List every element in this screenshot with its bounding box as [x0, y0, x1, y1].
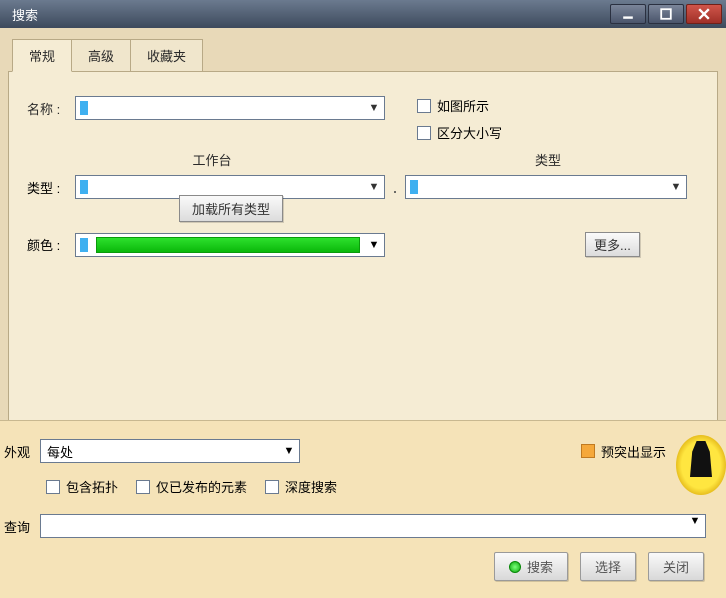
appearance-combo[interactable]: 每处 ▼ [40, 439, 300, 463]
tab-general[interactable]: 常规 [12, 39, 72, 72]
chevron-down-icon: ▼ [364, 102, 384, 114]
cursor-icon [410, 180, 418, 194]
published-only-checkbox[interactable] [136, 480, 150, 494]
lower-panel: 外观 每处 ▼ 预突出显示 包含拓扑 仅已发布的元素 深度搜索 查询 ▼ [0, 420, 726, 598]
more-button[interactable]: 更多... [585, 232, 640, 257]
separator-dot: . [385, 181, 405, 193]
close-button-label: 关闭 [663, 557, 689, 576]
tab-favorites[interactable]: 收藏夹 [131, 39, 203, 72]
led-icon [509, 561, 521, 573]
maximize-button[interactable] [648, 4, 684, 24]
name-label: 名称 : [27, 99, 75, 118]
include-topology-checkbox[interactable] [46, 480, 60, 494]
appearance-value: 每处 [41, 442, 279, 461]
appearance-label: 外观 [0, 442, 40, 461]
minimize-button[interactable] [610, 4, 646, 24]
deep-search-label: 深度搜索 [285, 477, 337, 496]
query-label: 查询 [0, 517, 40, 536]
case-sensitive-label: 区分大小写 [437, 123, 502, 142]
chevron-down-icon: ▼ [685, 515, 705, 537]
workbench-header: 工作台 [27, 150, 397, 169]
case-sensitive-checkbox[interactable] [417, 126, 431, 140]
mascot-icon [676, 435, 726, 495]
deep-search-checkbox[interactable] [265, 480, 279, 494]
cursor-icon [80, 180, 88, 194]
highlight-checkbox[interactable] [581, 444, 595, 458]
general-panel: 名称 : ▼ 如图所示 区分大小写 工作台 类型 类型 : [8, 71, 718, 451]
search-button-label: 搜索 [527, 557, 553, 576]
chevron-down-icon: ▼ [364, 239, 384, 251]
name-combo[interactable]: ▼ [75, 96, 385, 120]
published-only-label: 仅已发布的元素 [156, 477, 247, 496]
include-topology-label: 包含拓扑 [66, 477, 118, 496]
category-header: 类型 [397, 150, 699, 169]
color-combo[interactable]: ▼ [75, 233, 385, 257]
query-value [41, 515, 685, 537]
chevron-down-icon: ▼ [666, 181, 686, 193]
show-as-image-checkbox[interactable] [417, 99, 431, 113]
select-button-label: 选择 [595, 557, 621, 576]
type-label: 类型 : [27, 178, 75, 197]
tab-strip: 常规 高级 收藏夹 [0, 28, 726, 71]
chevron-down-icon: ▼ [279, 445, 299, 457]
load-all-types-button[interactable]: 加载所有类型 [179, 195, 283, 222]
highlight-label: 预突出显示 [601, 442, 666, 461]
window-title: 搜索 [4, 5, 38, 24]
cursor-icon [80, 238, 88, 252]
tab-advanced[interactable]: 高级 [72, 39, 131, 72]
titlebar: 搜索 [0, 0, 726, 28]
show-as-image-label: 如图所示 [437, 96, 489, 115]
window-controls [610, 4, 722, 24]
search-button[interactable]: 搜索 [494, 552, 568, 581]
close-dialog-button[interactable]: 关闭 [648, 552, 704, 581]
close-button[interactable] [686, 4, 722, 24]
category-combo[interactable]: ▼ [405, 175, 687, 199]
select-button[interactable]: 选择 [580, 552, 636, 581]
color-label: 颜色 : [27, 235, 75, 254]
query-combo[interactable]: ▼ [40, 514, 706, 538]
cursor-icon [80, 101, 88, 115]
color-swatch [96, 237, 360, 253]
chevron-down-icon: ▼ [364, 181, 384, 193]
